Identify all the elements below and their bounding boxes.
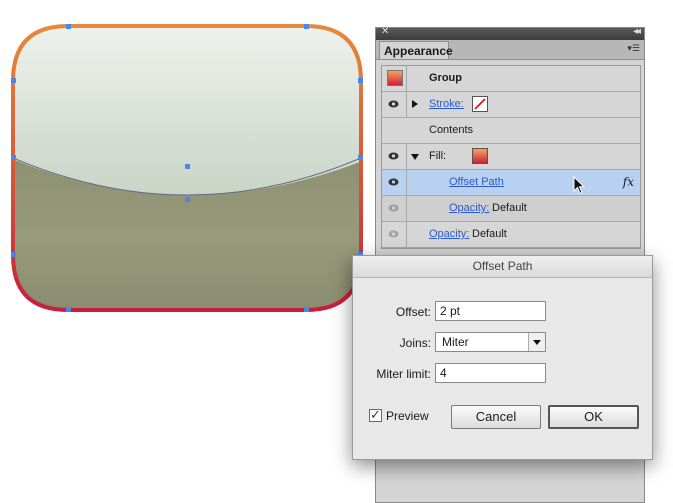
row-fill[interactable]: Fill: bbox=[382, 144, 640, 170]
opacity-value: Default bbox=[472, 228, 507, 240]
eye-icon[interactable] bbox=[388, 230, 399, 238]
close-icon[interactable]: ✕ bbox=[381, 26, 389, 37]
stroke-swatch-none-icon[interactable] bbox=[472, 96, 488, 112]
row-group[interactable]: Group bbox=[382, 66, 640, 92]
offset-label: Offset: bbox=[395, 305, 431, 319]
chevron-down-icon[interactable] bbox=[528, 333, 545, 351]
appearance-list: Group Stroke: Contents Fill: Offset Path… bbox=[381, 65, 641, 249]
panel-tab-bar: Appearance ▾☰ bbox=[376, 40, 644, 60]
group-label: Group bbox=[429, 72, 462, 84]
preview-label[interactable]: Preview bbox=[386, 409, 429, 423]
preview-checkbox[interactable]: ✓ bbox=[369, 407, 382, 422]
eye-icon[interactable] bbox=[388, 204, 399, 212]
fx-icon[interactable]: fx bbox=[623, 175, 634, 189]
eye-column bbox=[382, 196, 407, 221]
offset-path-link[interactable]: Offset Path bbox=[449, 176, 504, 188]
offset-path-dialog: Offset Path Offset: 2 pt Joins: Miter Mi… bbox=[352, 255, 653, 460]
miter-limit-label: Miter limit: bbox=[376, 367, 431, 381]
joins-label: Joins: bbox=[399, 336, 431, 350]
eye-column bbox=[382, 222, 407, 247]
opacity-link[interactable]: Opacity: bbox=[429, 228, 469, 240]
panel-title-bar[interactable]: ✕ ◂◂ bbox=[376, 26, 644, 40]
mouse-pointer-icon bbox=[573, 176, 586, 195]
row-stroke[interactable]: Stroke: bbox=[382, 92, 640, 118]
stroke-link[interactable]: Stroke: bbox=[429, 98, 464, 110]
rounded-square-shape[interactable] bbox=[10, 20, 370, 320]
offset-input[interactable]: 2 pt bbox=[435, 301, 546, 321]
fill-label: Fill: bbox=[429, 150, 447, 162]
fill-swatch-icon[interactable] bbox=[472, 148, 488, 164]
eye-column bbox=[382, 144, 407, 169]
fill-opacity-value: Default bbox=[492, 202, 527, 214]
checkmark-icon: ✓ bbox=[370, 407, 381, 422]
row-offset-path[interactable]: Offset Path fx bbox=[382, 170, 640, 196]
dialog-title[interactable]: Offset Path bbox=[353, 256, 652, 278]
eye-column bbox=[382, 92, 407, 117]
cancel-button[interactable]: Cancel bbox=[451, 405, 541, 429]
collapse-triangle-icon[interactable] bbox=[411, 154, 419, 160]
eye-column bbox=[382, 170, 407, 195]
tab-appearance[interactable]: Appearance bbox=[379, 41, 453, 59]
miter-limit-input[interactable]: 4 bbox=[435, 363, 546, 383]
artwork-canvas[interactable] bbox=[0, 0, 380, 330]
fill-opacity-link[interactable]: Opacity: bbox=[449, 202, 489, 214]
row-opacity[interactable]: Opacity: Default bbox=[382, 222, 640, 248]
eye-icon[interactable] bbox=[388, 100, 399, 108]
contents-label: Contents bbox=[429, 124, 474, 136]
ok-button[interactable]: OK bbox=[548, 405, 639, 429]
eye-column bbox=[382, 66, 407, 91]
expand-triangle-icon[interactable] bbox=[412, 100, 418, 108]
double-chevron-icon[interactable]: ◂◂ bbox=[633, 26, 641, 37]
joins-select[interactable]: Miter bbox=[435, 332, 546, 352]
eye-icon[interactable] bbox=[388, 152, 399, 160]
eye-icon[interactable] bbox=[388, 178, 399, 186]
row-fill-opacity[interactable]: Opacity: Default bbox=[382, 196, 640, 222]
group-thumbnail-icon bbox=[387, 70, 403, 86]
joins-value: Miter bbox=[442, 335, 469, 349]
row-contents[interactable]: Contents bbox=[382, 118, 640, 144]
panel-menu-icon[interactable]: ▾☰ bbox=[627, 43, 640, 54]
